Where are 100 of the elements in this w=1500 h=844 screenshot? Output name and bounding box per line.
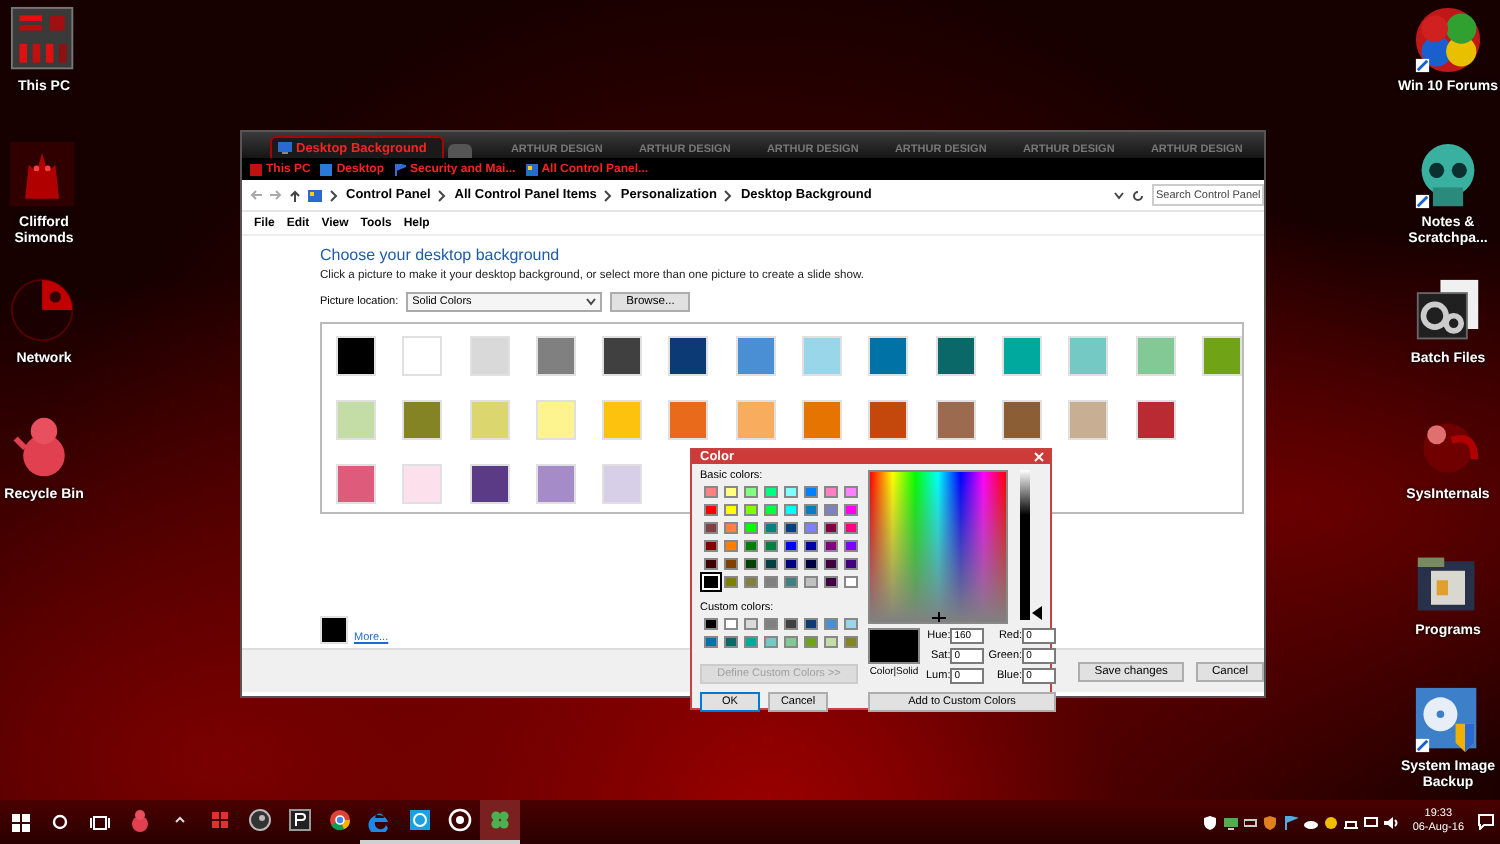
color-swatch[interactable] — [764, 486, 778, 498]
ball-icon[interactable] — [1414, 6, 1482, 74]
color-swatch[interactable] — [844, 540, 858, 552]
flag-icon[interactable] — [1284, 815, 1299, 829]
color-swatch[interactable] — [844, 618, 858, 630]
ring-icon — [408, 808, 432, 832]
color-swatch[interactable] — [784, 636, 798, 648]
color-swatch[interactable] — [704, 618, 718, 630]
color-swatch[interactable] — [784, 522, 798, 534]
chevron-icon — [724, 189, 733, 201]
color-swatch[interactable] — [764, 504, 778, 516]
network-icon[interactable] — [1344, 815, 1359, 829]
color-swatch[interactable] — [784, 558, 798, 570]
color-swatch[interactable] — [824, 558, 838, 570]
color-swatch[interactable] — [764, 576, 778, 588]
color-swatch[interactable] — [804, 540, 818, 552]
color-swatch[interactable] — [764, 540, 778, 552]
color-spectrum[interactable] — [868, 470, 1008, 624]
shield-icon[interactable] — [1264, 815, 1279, 829]
color-swatch[interactable] — [744, 576, 758, 588]
color-swatch[interactable] — [804, 504, 818, 516]
color-swatch[interactable] — [744, 486, 758, 498]
search-icon — [52, 814, 68, 830]
color-swatch[interactable] — [804, 558, 818, 570]
flag-icon — [394, 163, 407, 175]
color-swatch[interactable] — [824, 540, 838, 552]
clover-icon — [488, 808, 512, 832]
color-swatch[interactable] — [784, 504, 798, 516]
color-swatch[interactable] — [704, 486, 718, 498]
speaker-icon[interactable] — [1384, 815, 1399, 829]
battery-icon[interactable] — [1244, 815, 1259, 829]
color-swatch[interactable] — [764, 522, 778, 534]
color-swatch[interactable] — [764, 618, 778, 630]
color-swatch[interactable] — [744, 540, 758, 552]
smiley-icon[interactable] — [1324, 815, 1339, 829]
color-swatch[interactable] — [784, 540, 798, 552]
color-swatch[interactable] — [824, 486, 838, 498]
close-icon[interactable] — [1034, 452, 1044, 462]
monitor-icon[interactable] — [1224, 815, 1239, 829]
forward-arrow-icon[interactable] — [270, 190, 282, 200]
chevron-icon — [330, 189, 338, 201]
color-swatch[interactable] — [844, 576, 858, 588]
notification-icon[interactable] — [1478, 814, 1494, 830]
creature-icon[interactable] — [10, 142, 78, 210]
color-swatch[interactable] — [824, 636, 838, 648]
color-swatch[interactable] — [724, 540, 738, 552]
color-swatch[interactable] — [724, 636, 738, 648]
color-swatch[interactable] — [844, 486, 858, 498]
monitor-icon[interactable] — [1364, 815, 1379, 829]
color-swatch[interactable] — [844, 504, 858, 516]
windows-logo-icon — [208, 808, 232, 832]
color-swatch[interactable] — [744, 636, 758, 648]
steam-icon — [248, 808, 272, 832]
color-swatch[interactable] — [764, 558, 778, 570]
color-swatch[interactable] — [824, 576, 838, 588]
color-swatch[interactable] — [744, 618, 758, 630]
color-swatch[interactable] — [704, 576, 718, 588]
computer-icon[interactable] — [10, 6, 78, 74]
sphere-icon[interactable] — [10, 278, 78, 346]
color-swatch[interactable] — [704, 540, 718, 552]
shield-icon[interactable] — [1204, 815, 1219, 829]
color-swatch[interactable] — [704, 522, 718, 534]
back-arrow-icon[interactable] — [250, 190, 262, 200]
luminance-slider[interactable] — [1020, 470, 1042, 620]
color-swatch[interactable] — [824, 504, 838, 516]
color-swatch[interactable] — [784, 486, 798, 498]
color-swatch[interactable] — [804, 522, 818, 534]
color-swatch[interactable] — [744, 522, 758, 534]
color-swatch[interactable] — [704, 636, 718, 648]
color-swatch[interactable] — [724, 558, 738, 570]
color-swatch[interactable] — [724, 618, 738, 630]
color-swatch[interactable] — [764, 636, 778, 648]
taskbar-app[interactable] — [480, 800, 520, 844]
chevron-icon — [438, 189, 447, 201]
new-tab-button[interactable] — [448, 144, 473, 158]
color-swatch[interactable] — [744, 558, 758, 570]
color-swatch[interactable] — [724, 504, 738, 516]
color-swatch[interactable] — [804, 576, 818, 588]
cloud-icon[interactable] — [1304, 815, 1319, 829]
page-heading: Choose your desktop background — [320, 246, 562, 264]
color-swatch[interactable] — [844, 558, 858, 570]
color-swatch[interactable] — [804, 486, 818, 498]
up-arrow-icon[interactable] — [290, 189, 300, 201]
color-swatch[interactable] — [784, 618, 798, 630]
color-swatch[interactable] — [824, 618, 838, 630]
refresh-icon[interactable] — [1132, 189, 1144, 201]
slider-thumb[interactable] — [1032, 606, 1042, 620]
figure-icon — [128, 808, 152, 832]
color-swatch[interactable] — [784, 576, 798, 588]
color-swatch[interactable] — [844, 636, 858, 648]
color-swatch[interactable] — [824, 522, 838, 534]
color-swatch[interactable] — [804, 618, 818, 630]
color-swatch[interactable] — [704, 558, 718, 570]
color-swatch[interactable] — [744, 504, 758, 516]
color-swatch[interactable] — [724, 522, 738, 534]
color-swatch[interactable] — [804, 636, 818, 648]
color-swatch[interactable] — [704, 504, 718, 516]
color-swatch[interactable] — [724, 486, 738, 498]
color-swatch[interactable] — [724, 576, 738, 588]
color-swatch[interactable] — [844, 522, 858, 534]
